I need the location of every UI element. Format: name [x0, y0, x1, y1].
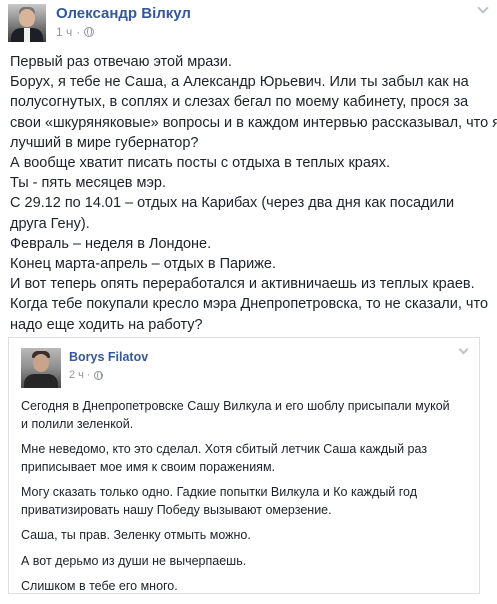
shared-post-timestamp[interactable]: 2 ч: [69, 369, 84, 381]
shared-paragraph: А вот дерьмо из души не вычерпаешь.: [21, 553, 471, 571]
chevron-down-icon[interactable]: [459, 346, 469, 356]
avatar-face: [19, 9, 35, 27]
post-line: свои «шкуряняковые» вопросы и в каждом и…: [10, 114, 497, 131]
author-avatar[interactable]: [8, 4, 46, 42]
shared-post[interactable]: Borys Filatov 2 ч · Сегодня в Днепропетр…: [8, 337, 480, 594]
shared-paragraph: Мне неведомо, кто это сделал. Хотя сбиты…: [21, 441, 471, 476]
post-line: А вообще хватит писать посты с отдыха в …: [10, 155, 391, 172]
shared-line: Слишком в тебе его много.: [21, 579, 178, 593]
post-line: Февраль – неделя в Лондоне.: [10, 235, 212, 252]
avatar-shirt: [24, 28, 30, 42]
shared-line: приписывает мое имя к своим поражениям.: [21, 459, 276, 474]
post-timestamp[interactable]: 1 ч: [56, 25, 72, 39]
post-line: И вот теперь опять переработался и актив…: [10, 276, 475, 293]
shared-paragraph: Саша, ты прав. Зеленку отмыть можно.: [21, 527, 471, 545]
globe-icon[interactable]: [84, 27, 95, 37]
globe-icon[interactable]: [93, 370, 103, 380]
shared-line: Саша, ты прав. Зеленку отмыть можно.: [21, 528, 251, 542]
chevron-down-icon[interactable]: [477, 4, 489, 16]
avatar-face: [33, 354, 49, 372]
post-body: Первый раз отвечаю этой мрази. Борух, я …: [10, 52, 497, 335]
post-line: полусогнутых, в соплях и слезах бегал по…: [10, 94, 469, 111]
post-meta: 1 ч ·: [56, 25, 95, 39]
post-line: Ты - пять месяцев мэр.: [10, 175, 166, 192]
post-line: надо еще ходить на работу?: [10, 316, 203, 333]
shared-line: и полили зеленкой.: [21, 416, 134, 431]
shared-author-name[interactable]: Borys Filatov: [69, 350, 148, 364]
shared-line: Могу сказать только одно. Гадкие попытки…: [21, 485, 418, 499]
shared-line: Сегодня в Днепропетровске Сашу Вилкула и…: [21, 399, 450, 413]
shared-paragraph: Слишком в тебе его много.: [21, 578, 471, 596]
post-line: Когда тебе покупали кресло мэра Днепропе…: [10, 296, 489, 313]
shared-line: Мне неведомо, кто это сделал. Хотя сбиты…: [21, 442, 428, 456]
shared-post-body: Сегодня в Днепропетровске Сашу Вилкула и…: [21, 398, 471, 604]
shared-line: приватизировать нашу Победу вызывают оме…: [21, 502, 332, 517]
shared-line: А вот дерьмо из души не вычерпаешь.: [21, 553, 247, 568]
facebook-post: Олександр Вілкул 1 ч · Первый раз отвеча…: [0, 0, 497, 601]
meta-separator: ·: [76, 25, 81, 39]
shared-paragraph: Сегодня в Днепропетровске Сашу Вилкула и…: [21, 398, 471, 433]
shared-author-avatar[interactable]: [21, 348, 61, 388]
shared-post-meta: 2 ч ·: [69, 369, 103, 381]
avatar-suit: [24, 374, 58, 388]
post-line: С 29.12 по 14.01 – отдых на Карибах (чер…: [10, 195, 455, 212]
post-line: лучший в мире губернатор?: [10, 134, 199, 151]
post-author-name[interactable]: Олександр Вілкул: [56, 5, 191, 22]
post-line: Конец марта-апрель – отдых в Париже.: [10, 256, 277, 273]
post-line: Первый раз отвечаю этой мрази.: [10, 54, 232, 70]
shared-paragraph: Могу сказать только одно. Гадкие попытки…: [21, 484, 471, 519]
meta-separator: ·: [86, 369, 91, 381]
post-line: Борух, я тебе не Саша, а Александр Юрьев…: [10, 74, 469, 91]
post-line: друга Гену).: [10, 215, 90, 232]
